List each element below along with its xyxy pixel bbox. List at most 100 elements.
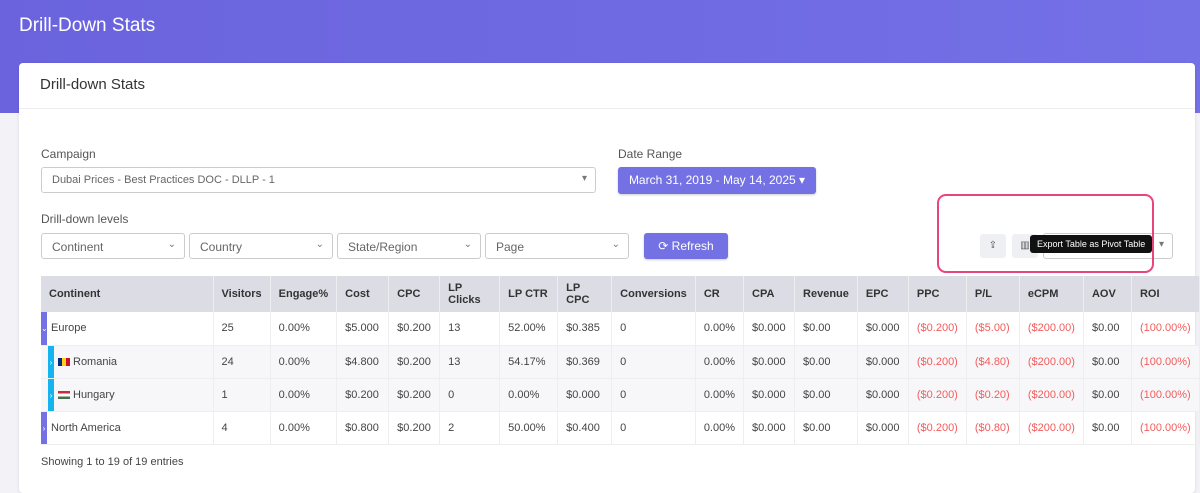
card-title: Drill-down Stats (40, 76, 146, 93)
column-header[interactable]: eCPM (1019, 276, 1084, 312)
refresh-button[interactable]: ⟳ Refresh (644, 233, 728, 259)
cell-cr: 0.00% (695, 312, 745, 346)
chevron-down-icon: ⌄ (463, 239, 472, 250)
campaign-label: Campaign (41, 147, 96, 161)
cell-engage-: 0.00% (270, 345, 338, 379)
cell-ppc: ($0.200) (908, 378, 967, 412)
highlight-box (937, 194, 1154, 273)
expand-toggle[interactable]: › (48, 378, 54, 411)
table-row[interactable]: › North America 4 0.00% $0.800 $0.200 2 50.00% $… (41, 411, 1200, 445)
cell-revenue: $0.00 (794, 411, 858, 445)
column-header[interactable]: CPA (743, 276, 796, 312)
cell-aov: $0.00 (1083, 378, 1132, 412)
cell-visitors: 4 (213, 411, 271, 445)
cell-ppc: ($0.200) (908, 345, 967, 379)
cell-epc: $0.000 (857, 312, 909, 346)
column-header[interactable]: P/L (966, 276, 1020, 312)
cell-cpa: $0.000 (743, 312, 796, 346)
column-header[interactable]: Engage% (270, 276, 338, 312)
cell-visitors: 25 (213, 312, 271, 346)
column-header[interactable]: CR (695, 276, 745, 312)
table-row[interactable]: ⌄ Europe 25 0.00% $5.000 $0.200 13 52.00% $0.385… (41, 312, 1200, 346)
cell-ecpm: ($200.00) (1019, 345, 1084, 379)
cell-cpc: $0.200 (388, 378, 441, 412)
column-header[interactable]: ROI (1131, 276, 1200, 312)
cell-p-l: ($0.80) (966, 411, 1020, 445)
column-header[interactable]: EPC (857, 276, 909, 312)
table-row[interactable]: › Hungary 1 0.00% $0.200 $0.200 0 0.00% $0.000 0 0… (41, 378, 1200, 412)
romania-flag-icon (58, 357, 70, 366)
cell-lp-cpc: $0.385 (557, 312, 613, 346)
cell-cpc: $0.200 (388, 312, 441, 346)
cell-roi: (100.00%) (1131, 312, 1200, 346)
cell-lp-cpc: $0.369 (557, 345, 613, 379)
campaign-value: Dubai Prices - Best Practices DOC - DLLP… (52, 174, 275, 186)
cell-conversions: 0 (611, 411, 696, 445)
entries-info: Showing 1 to 19 of 19 entries (41, 456, 184, 468)
cell-ppc: ($0.200) (908, 312, 967, 346)
cell-ecpm: ($200.00) (1019, 411, 1084, 445)
column-header[interactable]: AOV (1083, 276, 1132, 312)
page-title: Drill-Down Stats (19, 15, 156, 36)
campaign-select[interactable]: Dubai Prices - Best Practices DOC - DLLP… (41, 167, 596, 193)
cell-cpa: $0.000 (743, 378, 796, 412)
cell-continent: › Hungary (41, 378, 214, 412)
cell-engage-: 0.00% (270, 378, 338, 412)
cell-aov: $0.00 (1083, 411, 1132, 445)
cell-lp-clicks: 13 (439, 312, 501, 346)
cell-cpa: $0.000 (743, 345, 796, 379)
column-header[interactable]: LP CPC (557, 276, 613, 312)
level-select-continent[interactable]: Continent ⌄ (41, 233, 185, 259)
cell-p-l: ($5.00) (966, 312, 1020, 346)
cell-lp-ctr: 50.00% (499, 411, 559, 445)
cell-cost: $5.000 (336, 312, 390, 346)
cell-cpa: $0.000 (743, 411, 796, 445)
cell-continent: › North America (41, 411, 214, 445)
caret-down-icon: ▾ (1158, 239, 1164, 250)
cell-cr: 0.00% (695, 378, 745, 412)
cell-p-l: ($0.20) (966, 378, 1020, 412)
column-header[interactable]: PPC (908, 276, 967, 312)
caret-down-icon: ▾ (581, 173, 587, 184)
column-header[interactable]: Conversions (611, 276, 696, 312)
table-row[interactable]: › Romania 24 0.00% $4.800 $0.200 13 54.17% $0.36… (41, 345, 1200, 379)
cell-revenue: $0.00 (794, 378, 858, 412)
cell-lp-ctr: 54.17% (499, 345, 559, 379)
cell-cpc: $0.200 (388, 411, 441, 445)
column-header[interactable]: CPC (388, 276, 441, 312)
cell-ecpm: ($200.00) (1019, 312, 1084, 346)
collapse-toggle[interactable]: ⌄ (41, 312, 48, 345)
column-header[interactable]: Continent (41, 276, 214, 312)
date-range-button[interactable]: March 31, 2019 - May 14, 2025 ▾ (618, 167, 816, 194)
chevron-down-icon: ⌄ (611, 239, 620, 250)
column-header[interactable]: Revenue (794, 276, 858, 312)
expand-toggle[interactable]: › (48, 345, 54, 378)
cell-continent: ⌄ Europe (41, 312, 214, 346)
cell-ecpm: ($200.00) (1019, 378, 1084, 412)
row-label: North America (51, 421, 121, 434)
column-header[interactable]: Cost (336, 276, 390, 312)
cell-lp-clicks: 0 (439, 378, 501, 412)
cell-cost: $0.200 (336, 378, 390, 412)
cell-revenue: $0.00 (794, 345, 858, 379)
level-select-state[interactable]: State/Region ⌄ (337, 233, 481, 259)
chevron-down-icon: ⌄ (167, 239, 176, 250)
cell-lp-ctr: 52.00% (499, 312, 559, 346)
level-value: Page (496, 240, 525, 254)
row-label: Hungary (73, 388, 115, 401)
row-label: Romania (73, 355, 118, 368)
column-header[interactable]: LP Clicks (439, 276, 501, 312)
column-header[interactable]: LP CTR (499, 276, 559, 312)
cell-cr: 0.00% (695, 345, 745, 379)
date-range-label: Date Range (618, 147, 683, 161)
row-label: Europe (51, 322, 87, 335)
cell-continent: › Romania (41, 345, 214, 379)
cell-conversions: 0 (611, 345, 696, 379)
divider (19, 108, 1195, 109)
cell-roi: (100.00%) (1131, 345, 1200, 379)
column-header[interactable]: Visitors (213, 276, 271, 312)
cell-epc: $0.000 (857, 378, 909, 412)
level-select-page[interactable]: Page ⌄ (485, 233, 629, 259)
level-select-country[interactable]: Country ⌄ (189, 233, 333, 259)
expand-toggle[interactable]: › (41, 411, 47, 444)
